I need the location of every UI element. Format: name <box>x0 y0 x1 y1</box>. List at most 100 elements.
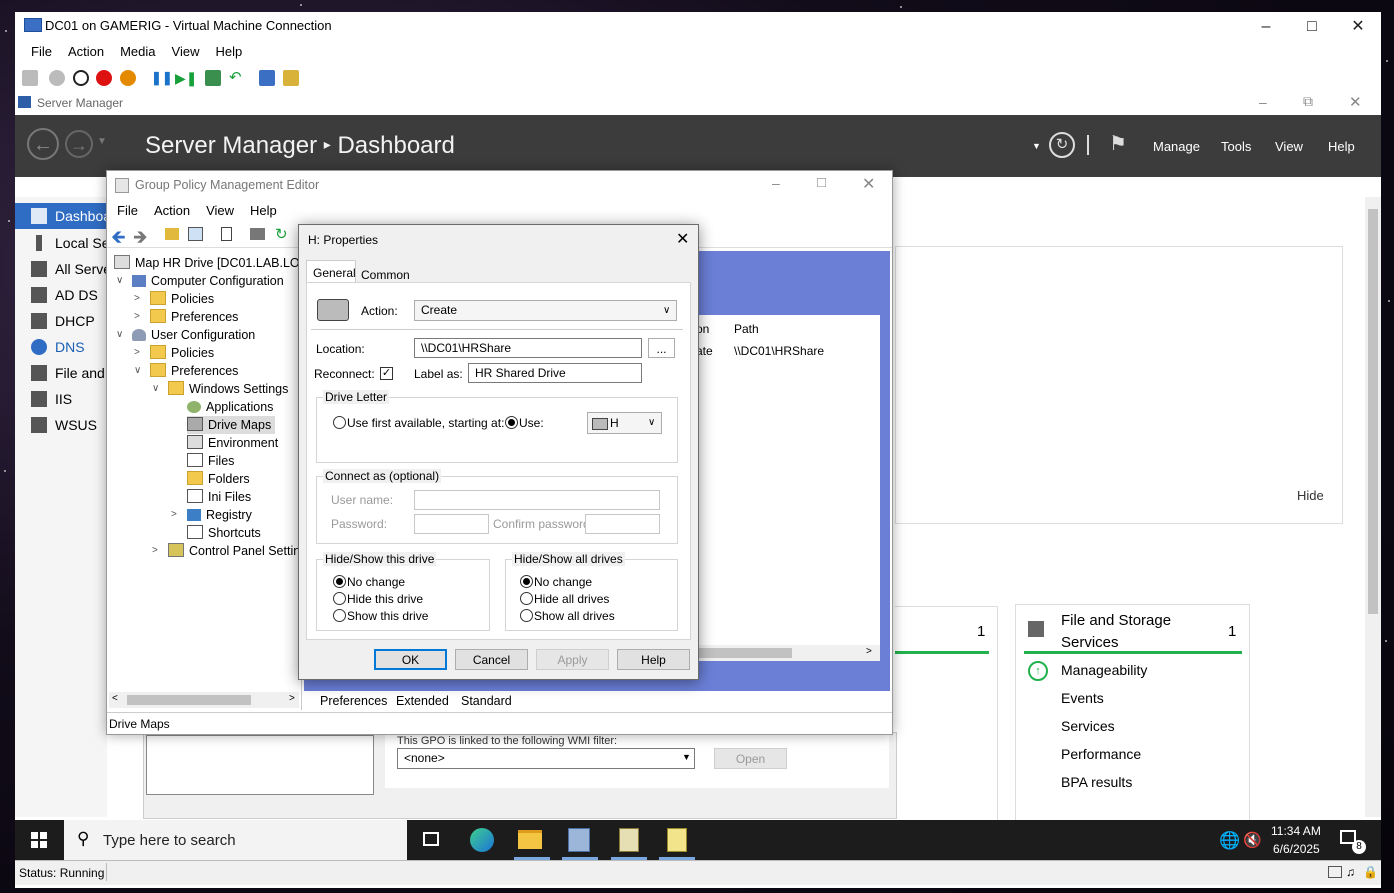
tree-registry[interactable]: > Registry <box>171 506 252 524</box>
ctrl-alt-del-icon[interactable] <box>22 70 38 86</box>
menu-action[interactable]: Action <box>60 40 112 63</box>
list-cell-path[interactable]: \\DC01\HRShare <box>734 344 824 358</box>
chevron-down-icon[interactable]: ∨ <box>663 305 670 316</box>
tile-item-performance[interactable]: Performance <box>1061 746 1141 762</box>
expand-icon[interactable]: > <box>134 308 144 326</box>
tree-preferences[interactable]: > Preferences <box>134 308 238 326</box>
tree-windows-settings[interactable]: ∨ Windows Settings <box>152 380 288 398</box>
tab-extended[interactable]: Extended <box>396 694 449 708</box>
ok-button[interactable]: OK <box>374 649 447 670</box>
location-input[interactable]: \\DC01\HRShare <box>414 338 642 358</box>
share-icon[interactable] <box>283 70 299 86</box>
refresh-icon[interactable]: ↻ <box>1049 132 1075 158</box>
expand-icon[interactable]: > <box>134 344 144 362</box>
tile-title-line1[interactable]: File and Storage <box>1061 612 1171 629</box>
menu-tools[interactable]: Tools <box>1221 139 1251 154</box>
edge-icon[interactable] <box>470 828 494 852</box>
tree-applications[interactable]: Applications <box>187 398 273 416</box>
gpme-taskbar-icon[interactable] <box>667 828 687 852</box>
sm-close-icon[interactable]: ✕ <box>1349 93 1362 111</box>
label-as-input[interactable]: HR Shared Drive <box>468 363 642 383</box>
tree-root[interactable]: Map HR Drive [DC01.LAB.LOCA <box>114 254 302 272</box>
drive-letter-select[interactable]: H ∨ <box>587 412 662 434</box>
nav-ad-ds[interactable]: AD DS <box>15 282 107 308</box>
gp-menu-help[interactable]: Help <box>242 199 285 222</box>
hide-this-radio[interactable] <box>333 592 346 605</box>
show-hide-tree-icon[interactable] <box>188 227 203 241</box>
tree-hscrollbar[interactable]: < > <box>109 692 299 708</box>
use-radio[interactable] <box>505 416 518 429</box>
refresh-icon[interactable]: ↻ <box>275 225 288 243</box>
back-icon[interactable]: ← <box>27 128 59 160</box>
server-manager-taskbar-icon[interactable] <box>568 828 590 852</box>
sm-scrollbar[interactable] <box>1365 197 1381 817</box>
collapse-icon[interactable]: ∨ <box>134 362 144 380</box>
collapse-icon[interactable]: ∨ <box>116 272 126 290</box>
gpme-maximize-icon[interactable]: □ <box>817 174 826 191</box>
gp-menu-action[interactable]: Action <box>146 199 198 222</box>
all-no-change-radio[interactable] <box>520 575 533 588</box>
nav-dhcp[interactable]: DHCP <box>15 308 107 334</box>
tree-policies[interactable]: > Policies <box>134 290 214 308</box>
hide-all-radio[interactable] <box>520 592 533 605</box>
confirm-password-input[interactable] <box>585 514 660 534</box>
volume-muted-icon[interactable]: 🔇 <box>1243 831 1262 849</box>
tree-environment[interactable]: Environment <box>187 434 278 452</box>
save-state-icon[interactable] <box>120 70 136 86</box>
wmi-filter-select[interactable]: <none> <box>397 748 695 769</box>
forward-icon[interactable]: → <box>65 130 93 158</box>
expand-icon[interactable]: > <box>171 506 181 524</box>
tile-item-services[interactable]: Services <box>1061 718 1115 734</box>
notifications-dropdown-icon[interactable]: ▼ <box>1032 141 1041 151</box>
up-folder-icon[interactable] <box>165 228 179 240</box>
task-view-icon[interactable] <box>423 832 439 846</box>
tile-title-line2[interactable]: Services <box>1061 634 1119 651</box>
pause-icon[interactable]: ❚❚ <box>151 70 173 86</box>
expand-icon[interactable]: > <box>134 290 144 308</box>
maximize-icon[interactable]: □ <box>1289 16 1335 38</box>
tree-user-preferences[interactable]: ∨ Preferences <box>134 362 238 380</box>
nav-dns[interactable]: DNS <box>15 334 107 360</box>
dialog-close-icon[interactable]: ✕ <box>676 229 689 249</box>
tree-ini-files[interactable]: Ini Files <box>187 488 251 506</box>
nav-local-server[interactable]: Local Se <box>15 230 107 256</box>
tree-drive-maps[interactable]: Drive Maps <box>187 416 276 434</box>
shutdown-icon[interactable] <box>96 70 112 86</box>
scroll-right-icon[interactable]: > <box>866 646 872 657</box>
menu-help[interactable]: Help <box>207 40 250 63</box>
tree-control-panel[interactable]: > Control Panel Setting <box>152 542 302 560</box>
tile-item-manageability[interactable]: Manageability <box>1061 662 1147 678</box>
print-icon[interactable] <box>250 228 265 240</box>
tab-common[interactable]: Common <box>361 268 410 282</box>
gpmc-taskbar-icon[interactable] <box>619 828 639 852</box>
show-all-radio[interactable] <box>520 609 533 622</box>
network-icon[interactable]: 🌐 <box>1219 831 1240 851</box>
tree-files[interactable]: Files <box>187 452 234 470</box>
file-explorer-icon[interactable] <box>518 830 542 849</box>
open-button[interactable]: Open <box>714 748 787 769</box>
show-this-radio[interactable] <box>333 609 346 622</box>
password-input[interactable] <box>414 514 489 534</box>
tree-shortcuts[interactable]: Shortcuts <box>187 524 261 542</box>
nav-wsus[interactable]: WSUS <box>15 412 107 438</box>
close-icon[interactable]: ✕ <box>1335 16 1381 38</box>
checkpoint-icon[interactable] <box>205 70 221 86</box>
username-input[interactable] <box>414 490 660 510</box>
gpme-minimize-icon[interactable]: – <box>772 175 780 191</box>
list-hscroll-thumb[interactable] <box>692 648 792 658</box>
reconnect-checkbox[interactable]: ✓ <box>380 367 393 380</box>
windows-start-icon[interactable] <box>31 832 47 848</box>
tree-hscroll-thumb[interactable] <box>127 695 251 705</box>
clock-date[interactable]: 6/6/2025 <box>1273 842 1320 856</box>
taskbar-search-box[interactable]: ⚲ Type here to search <box>64 820 407 860</box>
start-icon[interactable] <box>49 70 65 86</box>
gp-menu-view[interactable]: View <box>198 199 242 222</box>
resume-icon[interactable]: ▶❚ <box>175 70 198 86</box>
action-select[interactable]: Create <box>414 300 677 321</box>
nav-iis[interactable]: IIS <box>15 386 107 412</box>
tab-preferences[interactable]: Preferences <box>316 694 392 708</box>
menu-sm-view[interactable]: View <box>1275 139 1303 154</box>
cancel-button[interactable]: Cancel <box>455 649 528 670</box>
menu-media[interactable]: Media <box>112 40 163 63</box>
menu-sm-help[interactable]: Help <box>1328 139 1355 154</box>
